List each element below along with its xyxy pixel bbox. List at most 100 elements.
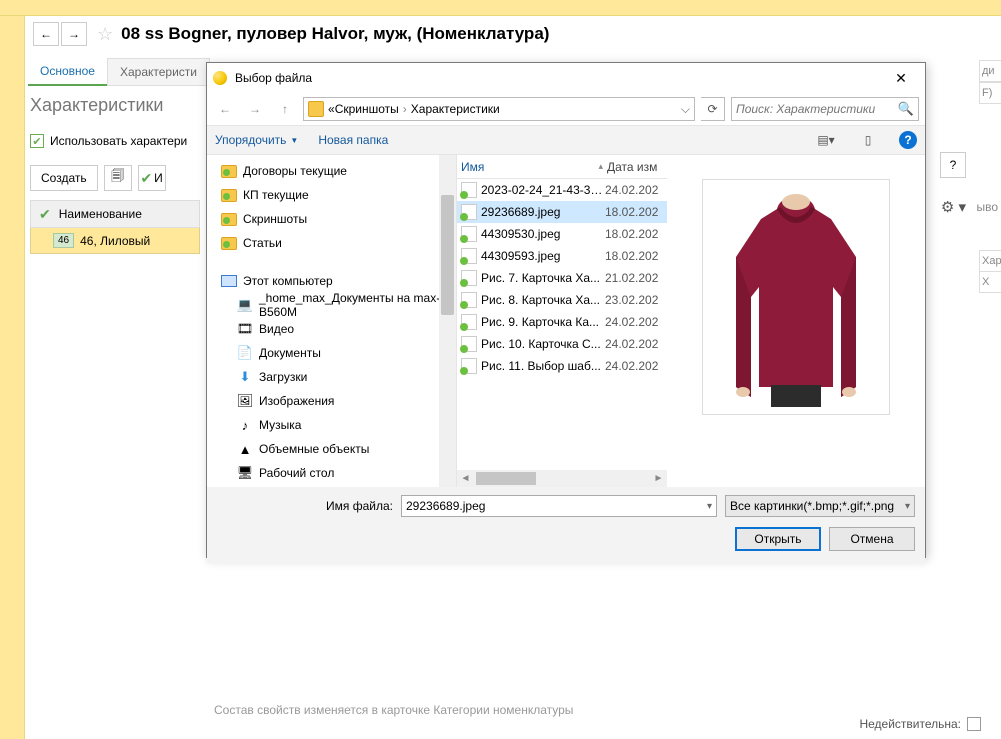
nav-fwd-button[interactable]: → [61, 22, 87, 46]
filename-input-wrap[interactable]: ▾ [401, 495, 717, 517]
favorite-star-icon[interactable]: ☆ [97, 24, 113, 45]
file-date: 18.02.202 [605, 249, 658, 263]
breadcrumb-1[interactable]: Скриншоты [335, 102, 399, 116]
bottom-hint: Состав свойств изменяется в карточке Кат… [214, 703, 573, 717]
new-folder-button[interactable]: Новая папка [318, 133, 388, 147]
tree-item[interactable]: КП текущие [207, 183, 456, 207]
file-name: Рис. 9. Карточка Ка... [481, 315, 605, 329]
apply-rest: И [154, 171, 163, 185]
nav-back-button[interactable]: ← [33, 22, 59, 46]
tree-item[interactable]: 🖥Рабочий стол [207, 461, 456, 485]
tree-item[interactable]: 📄Документы [207, 341, 456, 365]
music-icon: ♪ [237, 417, 253, 433]
tab-characteristics[interactable]: Характеристи [107, 58, 210, 86]
file-row[interactable]: 44309593.jpeg18.02.202 [457, 245, 667, 267]
tree-item-label: Этот компьютер [243, 274, 333, 288]
up-icon[interactable]: ↑ [273, 97, 297, 121]
help-icon[interactable]: ? [899, 131, 917, 149]
apply-button[interactable]: ✔И [138, 165, 166, 191]
preview-pane-icon[interactable]: ▯ [857, 131, 879, 149]
dialog-close-button[interactable]: ✕ [883, 66, 919, 90]
tree-item[interactable]: Статьи [207, 231, 456, 255]
filename-label: Имя файла: [217, 499, 393, 513]
copy-button[interactable]: 🗐 [104, 165, 132, 191]
tree-item[interactable]: ♪ Музыка [207, 413, 456, 437]
list-header: ✔ Наименование [30, 200, 200, 228]
preview-image [702, 179, 890, 415]
tree-item-label: КП текущие [243, 188, 309, 202]
search-input-wrap[interactable]: 🔍 [731, 97, 919, 121]
use-characteristics-checkbox[interactable]: ✔ [30, 134, 44, 148]
file-date: 24.02.202 [605, 337, 658, 351]
chevron-down-icon[interactable]: ⌵ [681, 102, 690, 117]
side-fragment-1: ди [979, 60, 1001, 82]
3d-icon: ▲ [237, 441, 253, 457]
folder-icon [221, 189, 237, 202]
create-button[interactable]: Создать [30, 165, 98, 191]
file-hscroll[interactable]: ◄► [457, 470, 667, 487]
tree-item[interactable]: 💻 _home_max_Документы на max-B560M [207, 293, 456, 317]
folder-tree[interactable]: Договоры текущие КП текущие Скриншоты Стать… [207, 155, 457, 487]
tree-item[interactable]: ⬇Загрузки [207, 365, 456, 389]
img-icon: 🖼 [237, 393, 253, 409]
tree-item-label: Видео [259, 322, 294, 336]
file-date: 18.02.202 [605, 227, 658, 241]
ineffective-checkbox[interactable] [967, 717, 981, 731]
filename-dropdown-icon[interactable]: ▾ [707, 501, 712, 512]
preview-pane [667, 155, 925, 487]
file-row[interactable]: 29236689.jpeg18.02.202 [457, 201, 667, 223]
section-heading: Характеристики [30, 95, 163, 116]
tree-item[interactable]: 🎞Видео [207, 317, 456, 341]
file-type-filter[interactable]: Все картинки(*.bmp;*.gif;*.png ▾ [725, 495, 915, 517]
back-icon[interactable]: ← [213, 97, 237, 121]
file-row[interactable]: Рис. 11. Выбор шаб...24.02.202 [457, 355, 667, 377]
tab-main[interactable]: Основное [28, 58, 107, 86]
tree-item[interactable]: Договоры текущие [207, 159, 456, 183]
file-list[interactable]: Имя▴ Дата изм 2023-02-24_21-43-31...24.0… [457, 155, 667, 487]
settings-gear-icon[interactable]: ⚙ ▾ [941, 198, 966, 216]
tree-item-label: Музыка [259, 418, 301, 432]
tree-item[interactable]: ▲Объемные объекты [207, 437, 456, 461]
desk-icon: 🖥 [237, 465, 253, 481]
file-row[interactable]: Рис. 7. Карточка Ха...21.02.202 [457, 267, 667, 289]
file-row[interactable]: Рис. 9. Карточка Ка...24.02.202 [457, 311, 667, 333]
col-date[interactable]: Дата изм [607, 155, 667, 178]
search-input[interactable] [736, 102, 898, 116]
breadcrumb-2[interactable]: Характеристики [411, 102, 500, 116]
tree-item-label: Скриншоты [243, 212, 307, 226]
tree-item-label: _home_max_Документы на max-B560M [259, 291, 456, 319]
refresh-button[interactable]: ⟳ [701, 97, 725, 121]
file-name: Рис. 8. Карточка Ха... [481, 293, 605, 307]
image-file-icon [461, 204, 477, 220]
file-name: Рис. 7. Карточка Ха... [481, 271, 605, 285]
help-button[interactable]: ? [940, 152, 966, 178]
tree-scrollbar[interactable] [439, 155, 456, 487]
view-menu-icon[interactable]: ▤▾ [815, 131, 837, 149]
search-icon: 🔍 [898, 101, 914, 117]
file-row[interactable]: 44309530.jpeg18.02.202 [457, 223, 667, 245]
file-row[interactable]: Рис. 10. Карточка С...24.02.202 [457, 333, 667, 355]
file-name: Рис. 10. Карточка С... [481, 337, 605, 351]
dialog-title: Выбор файла [235, 71, 883, 85]
tree-item[interactable]: 🖼Изображения [207, 389, 456, 413]
image-file-icon [461, 336, 477, 352]
filter-dropdown-icon[interactable]: ▾ [905, 501, 910, 512]
organize-menu[interactable]: Упорядочить▼ [215, 133, 298, 147]
list-row-1[interactable]: 46 46, Лиловый [30, 228, 200, 254]
tree-item[interactable]: Скриншоты [207, 207, 456, 231]
file-row[interactable]: 2023-02-24_21-43-31...24.02.202 [457, 179, 667, 201]
tree-item[interactable]: Этот компьютер [207, 269, 456, 293]
forward-icon[interactable]: → [243, 97, 267, 121]
open-button[interactable]: Открыть [735, 527, 821, 551]
tree-item-label: Загрузки [259, 370, 307, 384]
file-name: 44309530.jpeg [481, 227, 605, 241]
breadcrumb[interactable]: « Скриншоты › Характеристики ⌵ [303, 97, 695, 121]
cancel-button[interactable]: Отмена [829, 527, 915, 551]
breadcrumb-pre: « [328, 102, 335, 116]
file-row[interactable]: Рис. 8. Карточка Ха...23.02.202 [457, 289, 667, 311]
filename-input[interactable] [406, 499, 712, 513]
col-name[interactable]: Имя▴ [457, 155, 607, 178]
sweater-preview-svg [711, 187, 881, 407]
net-icon: 💻 [237, 297, 253, 313]
tree-item-label: Договоры текущие [243, 164, 347, 178]
